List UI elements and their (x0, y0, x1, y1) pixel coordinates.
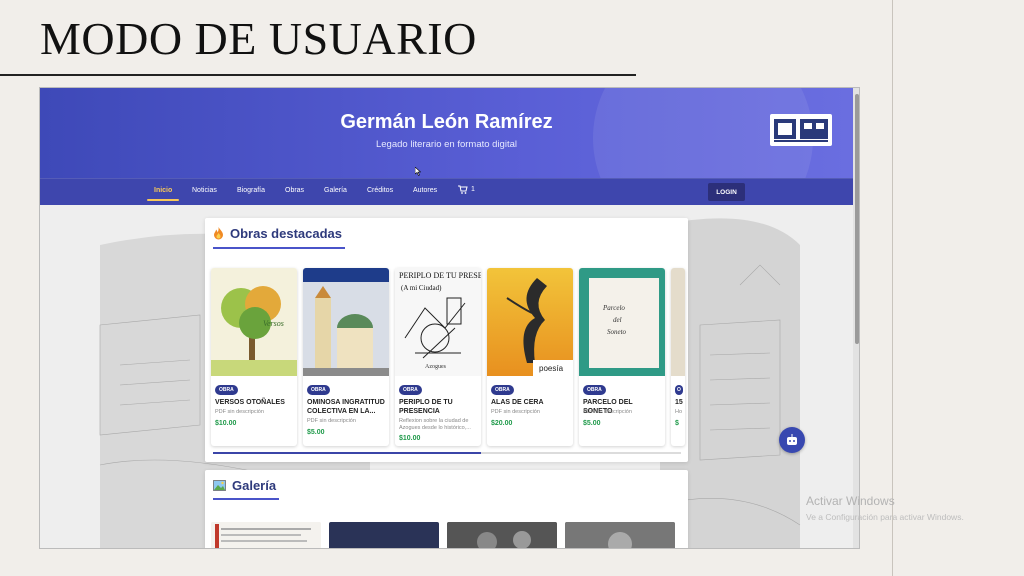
book-badge: OBRA (215, 385, 238, 395)
book-description: PDF sin descripción (583, 409, 632, 415)
book-cover: PERIPLO DE TU PRESENCIA (A mi Ciudad) Az… (395, 268, 481, 376)
book-price: $10.00 (399, 435, 421, 442)
gallery-image[interactable] (565, 522, 675, 548)
nav-item-obras[interactable]: Obras (285, 187, 304, 194)
book-title: VERSOS OTOÑALES (215, 399, 285, 406)
slide-divider (892, 0, 893, 576)
book-cover (303, 268, 389, 376)
gallery-title: Galería (232, 478, 277, 493)
featured-works-title: Obras destacadas (230, 226, 343, 241)
windows-activation-title: Activar Windows (806, 494, 895, 508)
gallery-image[interactable] (447, 522, 557, 548)
book-cover (671, 268, 685, 376)
site-title: Germán León Ramírez (340, 111, 553, 133)
site-header: Germán León Ramírez Legado literario en … (40, 88, 853, 178)
institution-logos (770, 114, 832, 146)
cart-count: 1 (471, 186, 475, 193)
browser-viewport: Germán León Ramírez Legado literario en … (39, 87, 860, 549)
svg-text:Soneto: Soneto (607, 328, 627, 336)
book-cover: Versos (211, 268, 297, 376)
book-cover: Parcelo del Soneto (579, 268, 665, 376)
book-card[interactable]: Parcelo del Soneto OBRA PARCELO DEL SONE… (579, 268, 665, 446)
windows-activation-subtitle: Ve a Configuración para activar Windows. (806, 512, 964, 522)
page-scrollbar[interactable] (853, 88, 859, 548)
picture-icon (213, 480, 226, 491)
book-card[interactable]: PERIPLO DE TU PRESENCIA (A mi Ciudad) Az… (395, 268, 481, 446)
nav-item-biografia[interactable]: Biografía (237, 187, 265, 194)
main-nav: Inicio Noticias Biografía Obras Galería … (40, 178, 853, 205)
page-scroll-thumb[interactable] (855, 94, 859, 344)
svg-text:Azogues: Azogues (425, 364, 447, 370)
book-badge: OBRA (307, 385, 330, 395)
gallery-panel: Galería (205, 470, 688, 548)
book-badge: OBRA (491, 385, 514, 395)
book-title: OMINOSA INGRATITUD COLECTIVA EN LA... (307, 399, 385, 415)
book-price: $5.00 (307, 429, 325, 436)
featured-works-panel: Obras destacadas Versos OBRA VERSOS OTOÑ… (205, 218, 688, 462)
book-description: Ho (675, 409, 683, 415)
cart-icon (458, 185, 468, 194)
featured-works-heading: Obras destacadas (213, 226, 342, 241)
carousel-scrollbar[interactable] (213, 452, 681, 454)
gallery-heading: Galería (213, 478, 276, 493)
mouse-cursor-icon (415, 167, 421, 176)
book-price: $ (675, 420, 679, 427)
nav-item-creditos[interactable]: Créditos (367, 187, 393, 194)
book-card[interactable]: poesía OBRA ALAS DE CERA PDF sin descrip… (487, 268, 573, 446)
nav-item-autores[interactable]: Autores (413, 187, 437, 194)
nav-item-inicio[interactable]: Inicio (154, 187, 172, 194)
login-button[interactable]: LOGIN (708, 183, 745, 201)
book-description: Reflexion sobre la ciudad de Azogues des… (399, 418, 471, 431)
book-title: 15 (675, 399, 683, 406)
fire-icon (214, 227, 223, 240)
featured-title-underline (213, 247, 345, 249)
cart-button[interactable]: 1 (458, 185, 475, 194)
slide-title-rule (0, 74, 636, 76)
book-description: PDF sin descripción (491, 409, 540, 415)
svg-text:Parcelo: Parcelo (602, 304, 625, 312)
gallery-image[interactable] (211, 522, 321, 548)
book-badge: OBRA (399, 385, 422, 395)
book-card[interactable]: OBRA OMINOSA INGRATITUD COLECTIVA EN LA.… (303, 268, 389, 446)
book-title: PERIPLO DE TU PRESENCIA (399, 399, 453, 415)
svg-text:Versos: Versos (263, 319, 284, 328)
svg-text:del: del (613, 316, 622, 324)
nav-item-galeria[interactable]: Galería (324, 187, 347, 194)
nav-item-noticias[interactable]: Noticias (192, 187, 217, 194)
robot-icon (787, 434, 797, 445)
svg-text:poesía: poesía (539, 364, 564, 373)
gallery-image[interactable] (329, 522, 439, 548)
site-subtitle: Legado literario en formato digital (375, 139, 517, 150)
book-description: PDF sin descripción (215, 409, 264, 415)
gallery-title-underline (213, 498, 279, 500)
book-badge: OBRA (583, 385, 606, 395)
svg-text:PERIPLO DE TU PRESENCIA: PERIPLO DE TU PRESENCIA (399, 271, 481, 280)
book-price: $20.00 (491, 420, 513, 427)
nav-active-indicator (147, 199, 179, 201)
book-description: PDF sin descripción (307, 418, 356, 424)
book-price: $5.00 (583, 420, 601, 427)
chatbot-button[interactable] (779, 427, 805, 453)
book-badge: O (675, 385, 683, 395)
book-card[interactable]: O 15 Ho $ (671, 268, 685, 446)
book-title: ALAS DE CERA (491, 399, 544, 406)
svg-text:(A mi Ciudad): (A mi Ciudad) (401, 284, 442, 292)
book-price: $10.00 (215, 420, 237, 427)
carousel-scroll-thumb[interactable] (213, 452, 481, 454)
book-card[interactable]: Versos OBRA VERSOS OTOÑALES PDF sin desc… (211, 268, 297, 446)
slide-title: MODO DE USUARIO (40, 13, 477, 64)
book-cover: poesía (487, 268, 573, 376)
